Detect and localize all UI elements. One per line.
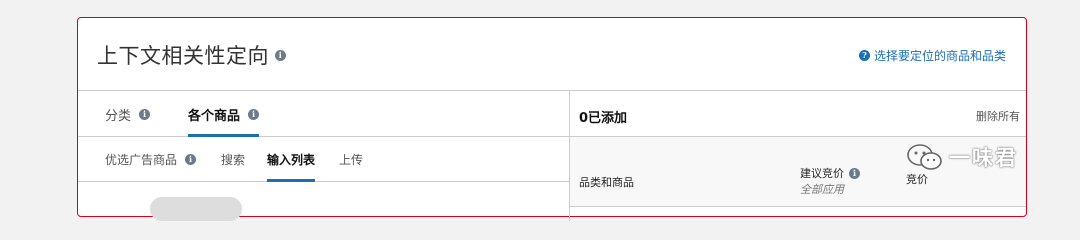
tab-individual-products-label: 各个商品 [188, 108, 241, 124]
info-icon[interactable]: i [275, 49, 286, 61]
info-icon[interactable]: i [248, 108, 260, 120]
watermark-text: 一味君 [949, 146, 1018, 170]
added-bar: 0已添加 删除所有 [570, 91, 1026, 137]
tab-categories-label: 分类 [105, 108, 132, 124]
info-icon[interactable]: i [139, 108, 151, 120]
subtab-upload[interactable]: 上传 [339, 137, 363, 182]
column-header-bid: 竞价 [906, 173, 928, 186]
info-icon[interactable]: i [849, 167, 860, 179]
selection-pane: 分类 i 各个商品 i 优选广告商品 i 搜索 输入列表 上传 [78, 91, 570, 221]
column-header-category: 品类和商品 [579, 176, 634, 189]
page-title-text: 上下文相关性定向 [97, 44, 269, 68]
choose-products-link[interactable]: ? 选择要定位的商品和品类 [858, 47, 1006, 64]
subtab-suggested-label: 优选广告商品 [105, 153, 178, 167]
info-icon[interactable]: i [185, 154, 197, 165]
subtab-search[interactable]: 搜索 [221, 137, 245, 182]
page-title: 上下文相关性定向 i [97, 40, 286, 70]
remove-all-button[interactable]: 删除所有 [976, 108, 1020, 124]
subtab-enter-list[interactable]: 输入列表 [267, 137, 316, 182]
wechat-icon [907, 144, 942, 170]
column-header-suggested-bid: 建议竞价 i [800, 165, 860, 181]
main-tabs: 分类 i 各个商品 i [78, 91, 569, 137]
panel-header: 上下文相关性定向 i ? 选择要定位的商品和品类 [78, 18, 1026, 91]
sub-tabs: 优选广告商品 i 搜索 输入列表 上传 [78, 137, 569, 182]
subtab-upload-label: 上传 [339, 153, 364, 167]
contextual-targeting-panel: 上下文相关性定向 i ? 选择要定位的商品和品类 分类 i 各个商品 i 优选广… [77, 17, 1027, 221]
suggested-bid-label: 建议竞价 [800, 167, 844, 180]
watermark: 一味君 [905, 141, 1018, 173]
choose-products-label: 选择要定位的商品和品类 [873, 49, 1006, 63]
apply-all-link[interactable]: 全部应用 [800, 181, 844, 197]
subtab-enter-list-label: 输入列表 [267, 153, 316, 167]
subtab-search-label: 搜索 [221, 153, 246, 167]
tab-categories[interactable]: 分类 i [105, 91, 151, 137]
added-count: 0已添加 [579, 111, 628, 126]
subtab-suggested-products[interactable]: 优选广告商品 i [105, 137, 197, 182]
info-icon: ? [858, 50, 870, 61]
input-list-field[interactable] [150, 197, 242, 221]
tab-individual-products[interactable]: 各个商品 i [188, 91, 260, 137]
